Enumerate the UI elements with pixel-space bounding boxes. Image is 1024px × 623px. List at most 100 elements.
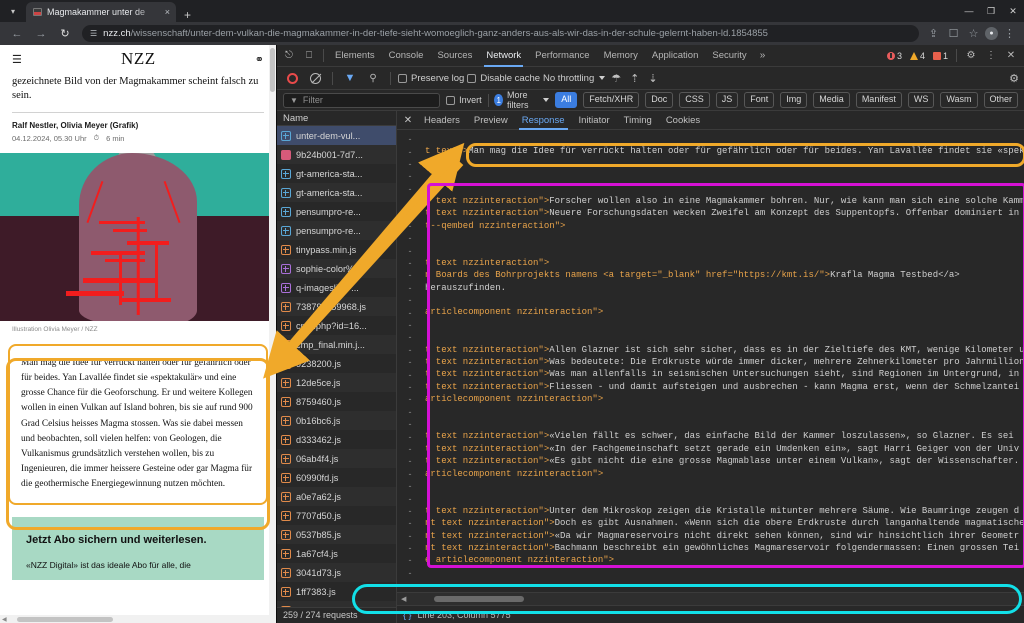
detail-tab-response[interactable]: Response: [515, 111, 572, 130]
page-horizontal-scrollbar[interactable]: ◀: [0, 615, 276, 623]
network-conditions-icon[interactable]: ☂: [608, 72, 624, 85]
fold-marker[interactable]: -: [397, 195, 423, 207]
fold-marker[interactable]: -: [397, 319, 423, 331]
request-row[interactable]: q-imageslide-...: [277, 278, 396, 297]
request-row[interactable]: 12de5ce.js: [277, 373, 396, 393]
type-filter-all[interactable]: All: [555, 92, 578, 108]
detail-tab-timing[interactable]: Timing: [617, 111, 659, 130]
request-row[interactable]: gt-america-sta...: [277, 183, 396, 203]
maximize-button[interactable]: ❐: [980, 0, 1002, 22]
fold-marker[interactable]: -: [397, 133, 423, 145]
type-filter-media[interactable]: Media: [813, 92, 850, 108]
fold-marker[interactable]: -: [397, 282, 423, 294]
request-row[interactable]: 1a67cf4.js: [277, 544, 396, 563]
site-settings-icon[interactable]: ☰: [90, 29, 97, 38]
request-row[interactable]: unter-dem-vul...: [277, 126, 396, 146]
type-filter-manifest[interactable]: Manifest: [855, 92, 902, 108]
request-row[interactable]: 0537b85.js: [277, 525, 396, 545]
more-tabs-icon[interactable]: »: [754, 50, 772, 61]
fold-marker[interactable]: -: [397, 207, 423, 219]
fold-marker[interactable]: -: [397, 480, 423, 492]
fold-marker[interactable]: -: [397, 331, 423, 343]
search-menu-icon[interactable]: ☰: [12, 53, 22, 66]
account-icon[interactable]: ⚭: [255, 53, 264, 66]
scrollbar-thumb-horizontal[interactable]: [434, 596, 525, 602]
type-filter-img[interactable]: Img: [780, 92, 808, 108]
pretty-print-icon[interactable]: { }: [403, 610, 412, 620]
scroll-left-arrow-icon[interactable]: ◀: [397, 595, 410, 603]
fold-marker[interactable]: -: [397, 542, 423, 554]
minimize-button[interactable]: —: [958, 0, 980, 22]
filter-icon[interactable]: ▼: [340, 67, 360, 89]
request-row[interactable]: d333462.js: [277, 430, 396, 449]
request-row[interactable]: 3041d73.js: [277, 563, 396, 583]
fold-marker[interactable]: -: [397, 344, 423, 356]
page-vertical-scrollbar[interactable]: [269, 45, 276, 623]
fold-marker[interactable]: -: [397, 418, 423, 430]
kebab-menu-icon[interactable]: ⋮: [981, 45, 1001, 67]
fold-marker[interactable]: -: [397, 170, 423, 182]
fold-marker[interactable]: -: [397, 443, 423, 455]
fold-marker[interactable]: -: [397, 145, 423, 157]
tab-memory[interactable]: Memory: [597, 45, 645, 67]
fold-marker[interactable]: -: [397, 356, 423, 368]
request-row[interactable]: gt-america-sta...: [277, 164, 396, 183]
fold-marker[interactable]: -: [397, 492, 423, 504]
fold-marker[interactable]: -: [397, 306, 423, 318]
type-filter-font[interactable]: Font: [744, 92, 775, 108]
request-row[interactable]: tinypass.min.js: [277, 240, 396, 259]
more-filters-dropdown[interactable]: 1 More filters: [494, 90, 550, 110]
new-tab-button[interactable]: +: [176, 9, 199, 22]
clear-button[interactable]: [305, 67, 325, 89]
fold-marker[interactable]: -: [397, 269, 423, 281]
request-row[interactable]: pensumpro-re...: [277, 221, 396, 241]
fold-marker[interactable]: -: [397, 530, 423, 542]
request-row[interactable]: a0e7a62.js: [277, 487, 396, 507]
fold-marker[interactable]: -: [397, 430, 423, 442]
site-logo[interactable]: NZZ: [121, 49, 156, 69]
type-filter-js[interactable]: JS: [715, 92, 739, 108]
type-filter-doc[interactable]: Doc: [645, 92, 674, 108]
address-bar[interactable]: ☰ nzz.ch/wissenschaft/unter-dem-vulkan-d…: [82, 25, 919, 42]
request-row[interactable]: 9b24b001-7d7...: [277, 145, 396, 165]
fold-marker[interactable]: -: [397, 381, 423, 393]
throttling-select[interactable]: No throttling: [543, 73, 606, 84]
tab-performance[interactable]: Performance: [528, 45, 596, 67]
fold-marker[interactable]: -: [397, 158, 423, 170]
fold-marker[interactable]: -: [397, 294, 423, 306]
tab-sources[interactable]: Sources: [430, 45, 479, 67]
detail-tab-headers[interactable]: Headers: [417, 111, 467, 130]
error-badge[interactable]: 3: [883, 51, 906, 61]
request-row[interactable]: cmp.php?id=16...: [277, 316, 396, 335]
disable-cache-checkbox[interactable]: Disable cache: [467, 73, 540, 84]
type-filter-wasm[interactable]: Wasm: [940, 92, 978, 108]
request-row[interactable]: 8759460.js: [277, 392, 396, 411]
request-row[interactable]: 73879c159968.js: [277, 297, 396, 317]
tab-application[interactable]: Application: [645, 45, 705, 67]
fold-marker[interactable]: -: [397, 468, 423, 480]
invert-checkbox[interactable]: Invert: [446, 95, 482, 105]
scrollbar-thumb[interactable]: [270, 48, 275, 92]
gear-icon[interactable]: ⚙: [961, 45, 981, 67]
info-badge[interactable]: 1: [929, 51, 952, 61]
request-row[interactable]: 7707d50.js: [277, 506, 396, 525]
inspect-element-icon[interactable]: ⎋: [279, 45, 299, 67]
forward-icon[interactable]: →: [30, 23, 52, 45]
preserve-log-checkbox[interactable]: Preserve log: [398, 73, 464, 84]
type-filter-ws[interactable]: WS: [907, 92, 935, 108]
detail-tab-initiator[interactable]: Initiator: [572, 111, 617, 130]
install-icon[interactable]: ☐: [945, 23, 962, 45]
request-row[interactable]: 06ab4f4.js: [277, 449, 396, 469]
subscription-promo[interactable]: Jetzt Abo sichern und weiterlesen. «NZZ …: [12, 516, 264, 580]
bookmark-star-icon[interactable]: ☆: [965, 23, 982, 45]
back-icon[interactable]: ←: [6, 23, 28, 45]
fold-marker[interactable]: -: [397, 455, 423, 467]
request-row[interactable]: sophie-color%..: [277, 259, 396, 279]
filter-input[interactable]: ▼ Filter: [283, 92, 441, 108]
request-row[interactable]: 9238200.js: [277, 354, 396, 373]
profile-avatar[interactable]: ●: [985, 27, 998, 40]
tab-network[interactable]: Network: [479, 45, 528, 67]
device-toolbar-icon[interactable]: ⎕: [299, 45, 319, 67]
fold-marker[interactable]: -: [397, 368, 423, 380]
type-filter-other[interactable]: Other: [983, 92, 1019, 108]
